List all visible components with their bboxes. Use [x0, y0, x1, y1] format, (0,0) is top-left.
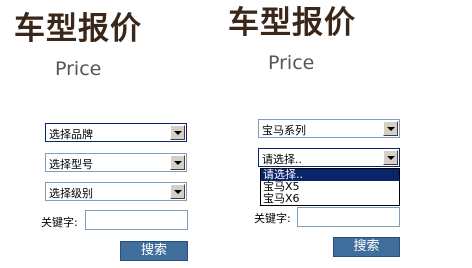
series-select-value: 宝马系列	[262, 124, 306, 137]
keyword-label: 关键字:	[41, 216, 78, 229]
keyword-label: 关键字:	[254, 212, 291, 225]
model-select-value: 请选择..	[262, 153, 302, 166]
chevron-down-icon[interactable]	[383, 121, 398, 136]
chevron-down-icon[interactable]	[383, 150, 398, 165]
price-panel-left: 车型报价 Price 选择品牌 选择型号 选择级别 关键字: 搜索	[0, 0, 220, 268]
model-select-value: 选择型号	[49, 158, 93, 171]
series-select[interactable]: 宝马系列	[258, 119, 400, 138]
keyword-input[interactable]	[85, 210, 188, 230]
price-panel-right: 车型报价 Price 宝马系列 请选择.. 请选择.. 宝马X5 宝马X6 关键…	[222, 0, 472, 268]
keyword-input[interactable]	[297, 207, 400, 227]
search-button[interactable]: 搜索	[333, 237, 400, 257]
brand-select-value: 选择品牌	[49, 128, 93, 141]
chevron-down-icon[interactable]	[170, 155, 185, 170]
brand-select[interactable]: 选择品牌	[45, 123, 187, 142]
dropdown-option[interactable]: 宝马X6	[261, 193, 399, 205]
model-dropdown-list[interactable]: 请选择.. 宝马X5 宝马X6	[260, 168, 400, 206]
page-subtitle: Price	[55, 58, 102, 80]
level-select-value: 选择级别	[49, 187, 93, 200]
model-select[interactable]: 请选择..	[258, 148, 400, 167]
model-select[interactable]: 选择型号	[45, 153, 187, 172]
page-title: 车型报价	[228, 5, 356, 41]
chevron-down-icon[interactable]	[170, 125, 185, 140]
page-subtitle: Price	[268, 52, 315, 74]
page-title: 车型报价	[14, 11, 142, 47]
chevron-down-icon[interactable]	[170, 184, 185, 199]
level-select[interactable]: 选择级别	[45, 182, 187, 201]
search-button[interactable]: 搜索	[120, 241, 188, 261]
